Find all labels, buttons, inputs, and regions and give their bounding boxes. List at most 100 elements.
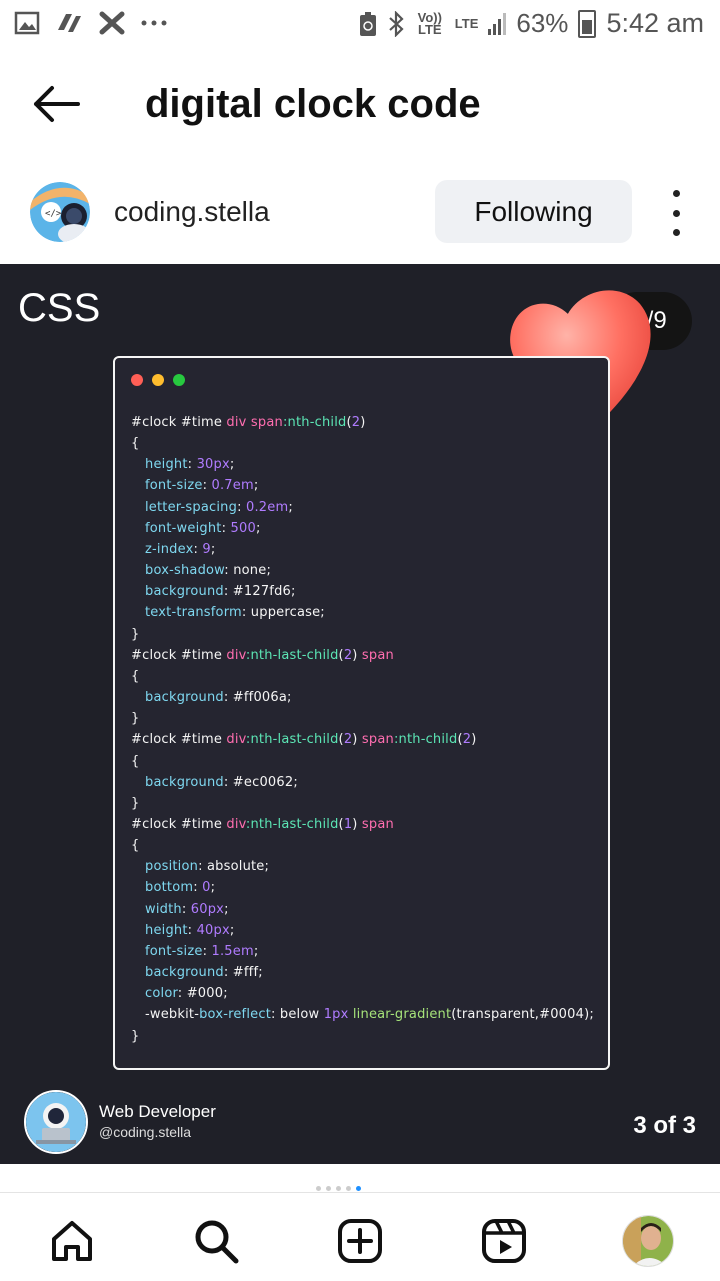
code-token: : #127fd6; — [223, 584, 296, 600]
code-token: span — [361, 732, 394, 748]
code-token: { — [131, 838, 140, 854]
window-controls — [131, 374, 185, 386]
code-line: font-size: 1.5em; — [131, 941, 594, 962]
code-token: ; — [210, 541, 216, 557]
code-token: text-transform — [145, 605, 242, 621]
code-token: : uppercase; — [241, 605, 325, 621]
code-line: text-transform: uppercase; — [131, 602, 594, 623]
code-line: #clock #time div:nth-last-child(2) span — [131, 645, 594, 666]
signal-icon — [488, 12, 507, 35]
post-heading: CSS — [18, 286, 101, 330]
search-icon — [195, 1220, 239, 1264]
code-token: height — [145, 922, 188, 938]
code-line: font-size: 0.7em; — [131, 475, 594, 496]
carousel-dot — [346, 1186, 351, 1191]
code-token: :nth-last-child — [245, 816, 339, 832]
home-icon — [52, 1221, 92, 1261]
author-handle: @coding.stella — [99, 1124, 192, 1140]
code-token: -webkit- — [145, 1007, 200, 1023]
code-token: font-size — [145, 478, 203, 494]
code-token: 1.5em — [211, 943, 254, 959]
nav-home[interactable] — [48, 1217, 96, 1265]
more-options-button[interactable] — [662, 190, 690, 236]
reels-icon — [482, 1219, 526, 1263]
code-line: } — [131, 793, 594, 814]
code-line: background: #ec0062; — [131, 772, 594, 793]
following-button[interactable]: Following — [435, 180, 632, 243]
code-token: height — [145, 457, 188, 473]
carousel-dots — [316, 1186, 361, 1191]
code-token: : — [193, 880, 203, 896]
code-line: { — [131, 666, 594, 687]
code-line: box-shadow: none; — [131, 560, 594, 581]
code-token: : — [181, 901, 191, 917]
code-line: } — [131, 624, 594, 645]
create-icon — [338, 1219, 382, 1263]
code-token: div — [226, 732, 246, 748]
code-token: ; — [229, 922, 235, 938]
post-image[interactable]: CSS 6/9 #clock #time div span:nth-child(… — [0, 264, 720, 1164]
astronaut-avatar-image: </> — [30, 182, 90, 242]
code-token: width — [145, 901, 182, 917]
code-line: background: #ff006a; — [131, 687, 594, 708]
code-token: : #ff006a; — [223, 690, 292, 706]
nav-profile[interactable] — [622, 1215, 674, 1267]
code-line: letter-spacing: 0.2em; — [131, 497, 594, 518]
code-line: background: #fff; — [131, 962, 594, 983]
back-button[interactable] — [30, 80, 82, 128]
code-token: : #000; — [177, 986, 228, 1002]
post-header: </> coding.stella Following — [0, 172, 720, 256]
code-token: 2 — [351, 415, 361, 430]
carousel-dot-active — [356, 1186, 361, 1191]
code-token: ; — [224, 901, 229, 917]
code-token: div span — [226, 415, 283, 430]
code-token: { — [131, 436, 140, 452]
code-token: ) — [471, 732, 477, 748]
code-token: ) — [352, 647, 362, 663]
code-line: position: absolute; — [131, 856, 594, 877]
code-token: :nth-last-child — [245, 732, 339, 748]
code-token: : — [187, 922, 197, 938]
avatar[interactable]: </> — [30, 182, 90, 242]
slide-indicator: 3 of 3 — [633, 1112, 696, 1139]
code-token: : #fff; — [223, 965, 263, 981]
code-token: #clock #time — [131, 647, 227, 663]
code-token: #clock #time — [131, 816, 227, 832]
page-title: digital clock code — [145, 82, 481, 126]
code-token: font-size — [145, 943, 203, 959]
code-line: color: #000; — [131, 983, 594, 1004]
code-token: linear-gradient — [352, 1007, 452, 1023]
carousel-dot — [326, 1186, 331, 1191]
app-icon — [58, 14, 81, 32]
close-dot — [131, 374, 143, 386]
code-token: background — [145, 774, 224, 790]
code-token: background — [145, 690, 224, 706]
nav-search[interactable] — [192, 1217, 240, 1265]
code-token: box-shadow — [145, 563, 225, 579]
code-token: : — [187, 457, 197, 473]
code-token: } — [131, 1028, 140, 1044]
status-time: 5:42 am — [606, 8, 704, 38]
code-token: #clock #time — [131, 415, 227, 430]
code-token: : none; — [224, 563, 272, 579]
code-token: ) — [352, 732, 362, 748]
code-token: div — [226, 647, 246, 663]
code-token: 0.7em — [211, 478, 254, 494]
code-line: #clock #time div:nth-last-child(2) span:… — [131, 729, 594, 750]
code-line: #clock #time div:nth-last-child(1) span — [131, 814, 594, 835]
code-token: z-index — [145, 541, 194, 557]
username[interactable]: coding.stella — [114, 196, 270, 228]
code-token: box-reflect — [199, 1007, 271, 1023]
code-block: #clock #time div span:nth-child(2) {heigh… — [131, 412, 594, 1047]
code-line: -webkit-box-reflect: below 1px linear-gr… — [131, 1004, 594, 1025]
code-token: { — [131, 668, 140, 684]
nav-reels[interactable] — [480, 1217, 528, 1265]
code-token: { — [131, 753, 140, 769]
code-token: } — [131, 711, 140, 727]
code-line: height: 40px; — [131, 920, 594, 941]
code-line: bottom: 0; — [131, 877, 594, 898]
code-token: letter-spacing — [145, 499, 238, 515]
recycle-icon — [359, 11, 376, 36]
code-line: background: #127fd6; — [131, 581, 594, 602]
nav-create[interactable] — [336, 1217, 384, 1265]
